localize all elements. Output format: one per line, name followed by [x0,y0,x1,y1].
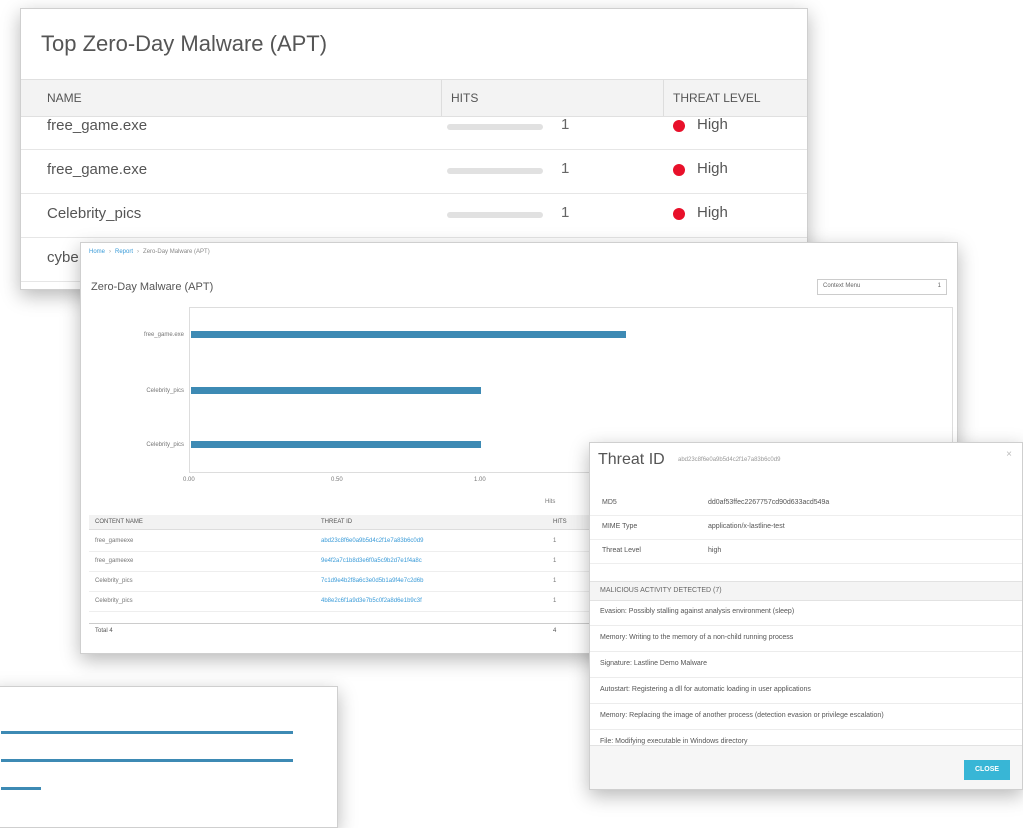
content-name: free_gameexe [95,558,134,564]
y-tick-label: Celebrity_pics [146,388,184,394]
hits-value: 1 [553,558,557,564]
activity-item: Memory: Replacing the image of another p… [590,703,1022,730]
table-row[interactable]: free_game.exe 1 High [21,105,807,150]
table-row[interactable]: Celebrity_pics 1 High [21,193,807,238]
threat-level-row: Threat Level high [590,539,1022,564]
y-tick-label: free_game.exe [143,332,184,338]
malware-name[interactable]: free_game.exe [47,117,147,134]
field-label: Threat Level [602,547,641,554]
field-label: MIME Type [602,523,638,530]
content-name: Celebrity_pics [95,578,133,584]
table-row[interactable]: free_game.exe 1 High [21,149,807,194]
activity-text: Autostart: Registering a dll for automat… [600,686,811,693]
chart-bar [1,787,41,790]
threat-level-text: High [697,204,728,221]
activity-text: Memory: Replacing the image of another p… [600,712,884,719]
hits-bar [447,168,543,174]
threat-level-dot [673,120,685,132]
col-hits[interactable]: HITS [553,519,567,525]
activity-text: Signature: Lastline Demo Malware [600,660,707,667]
content-name: free_gameexe [95,538,134,544]
field-value: high [708,547,722,554]
hits-count: 1 [561,204,570,221]
hits-count: 1 [561,116,570,133]
breadcrumb-home[interactable]: Home [89,249,105,255]
md5-row: MD5 dd0af53ffec2267757cd90d633acd549a [590,491,1022,516]
malware-name[interactable]: Celebrity_pics [47,205,141,222]
x-tick-label: 1.00 [474,477,486,483]
threat-level-dot [673,164,685,176]
activity-item: Autostart: Registering a dll for automat… [590,677,1022,704]
malicious-activity-header: MALICIOUS ACTIVITY DETECTED (7) [590,581,1022,601]
threat-level-text: High [697,160,728,177]
activity-item: Memory: Writing to the memory of a non-c… [590,625,1022,652]
total-label: Total 4 [95,628,113,634]
activity-text: Evasion: Possibly stalling against analy… [600,608,795,615]
activity-text: File: Modifying executable in Windows di… [600,738,748,745]
threat-id-link[interactable]: 7c1d9e4b2f8a6c3e0d5b1a9f4e7c2d6b [321,578,423,584]
col-content-name[interactable]: CONTENT NAME [95,519,143,525]
hits-count: 1 [561,160,570,177]
widget-title: Top Zero-Day Malware (APT) [41,31,328,56]
field-value: application/x-lastline-test [708,523,785,530]
total-value: 4 [553,628,557,634]
threat-id-modal: Threat ID abd23c8f6e0a9b5d4c2f1e7a83b6c0… [589,442,1023,790]
col-threat-level-header[interactable]: THREAT LEVEL [673,91,761,105]
chart-bar [1,759,293,762]
hits-value: 1 [553,598,557,604]
activity-item: File: Modifying executable in Windows di… [590,729,1022,746]
activity-text: Memory: Writing to the memory of a non-c… [600,634,794,641]
field-label: MD5 [602,499,617,506]
chart-bar[interactable] [191,387,481,394]
chart-bar[interactable] [191,441,481,448]
x-axis-title: Hits [545,499,556,505]
breadcrumb-current: Zero-Day Malware (APT) [143,249,210,255]
context-menu-value: 1 [937,283,941,289]
modal-footer: CLOSE [590,745,1022,789]
col-threat-id[interactable]: THREAT ID [321,519,352,525]
content-name: Celebrity_pics [95,598,133,604]
context-menu-label: Context Menu [823,283,861,289]
section-title: MALICIOUS ACTIVITY DETECTED (7) [600,587,722,594]
hits-value: 1 [553,538,557,544]
breadcrumb-report[interactable]: Report [115,249,133,255]
col-hits-header[interactable]: HITS [451,91,478,105]
report-title: Zero-Day Malware (APT) [91,281,214,293]
threat-id-link[interactable]: 9e4f2a7c1b8d3e6f0a5c9b2d7e1f4a8c [321,558,422,564]
activity-item: Evasion: Possibly stalling against analy… [590,599,1022,626]
hits-bar [447,124,543,130]
malware-name[interactable]: cybe [47,249,79,266]
x-tick-label: 0.50 [331,477,343,483]
hits-bar [447,212,543,218]
threat-id-link[interactable]: 4b8e2c6f1a9d3e7b5c0f2a8d6e1b9c3f [321,598,422,604]
context-menu-select[interactable]: Context Menu 1 [817,279,947,295]
close-button[interactable]: CLOSE [964,760,1010,780]
field-value: dd0af53ffec2267757cd90d633acd549a [708,499,830,506]
close-icon[interactable]: × [1006,449,1012,460]
malware-name[interactable]: free_game.exe [47,161,147,178]
mime-type-row: MIME Type application/x-lastline-test [590,515,1022,540]
threat-level-text: High [697,116,728,133]
threat-level-dot [673,208,685,220]
y-tick-label: Celebrity_pics [146,442,184,448]
breadcrumb: Home › Report › Zero-Day Malware (APT) [89,249,210,255]
modal-threat-id: abd23c8f6e0a9b5d4c2f1e7a83b6c0d9 [678,457,781,463]
threat-id-link[interactable]: abd23c8f6e0a9b5d4c2f1e7a83b6c0d9 [321,538,423,544]
col-name-header[interactable]: NAME [47,91,82,105]
x-tick-label: 0.00 [183,477,195,483]
modal-title: Threat ID [598,451,665,468]
chart-bar[interactable] [191,331,626,338]
chart-fragment-panel [0,686,338,828]
chart-bar [1,731,293,734]
activity-item: Signature: Lastline Demo Malware [590,651,1022,678]
hits-value: 1 [553,578,557,584]
